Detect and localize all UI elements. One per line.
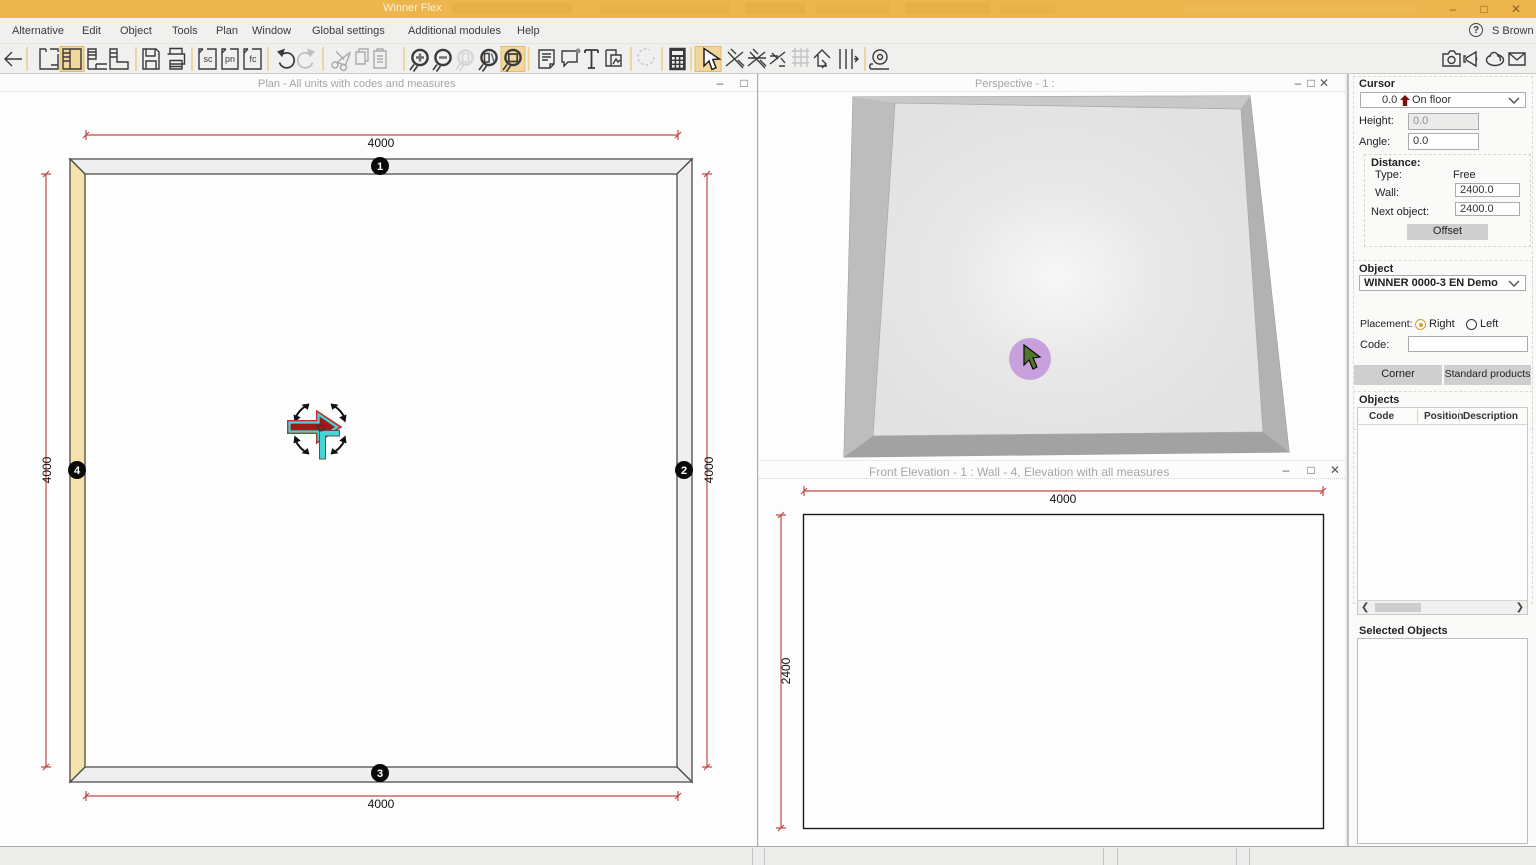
svg-text:2400: 2400 [779, 657, 793, 684]
svg-text:1: 1 [377, 161, 383, 173]
svg-text:fc: fc [249, 54, 257, 64]
svg-text:4000: 4000 [368, 136, 395, 150]
svg-text:4000: 4000 [702, 456, 716, 483]
svg-text:3: 3 [377, 768, 383, 780]
svg-text:sc: sc [204, 54, 214, 64]
svg-text:4: 4 [74, 465, 81, 477]
svg-text:4000: 4000 [40, 456, 54, 483]
svg-text:pn: pn [225, 54, 235, 64]
svg-text:4000: 4000 [1050, 492, 1077, 506]
svg-text:4000: 4000 [368, 797, 395, 811]
svg-text:2: 2 [681, 465, 687, 477]
